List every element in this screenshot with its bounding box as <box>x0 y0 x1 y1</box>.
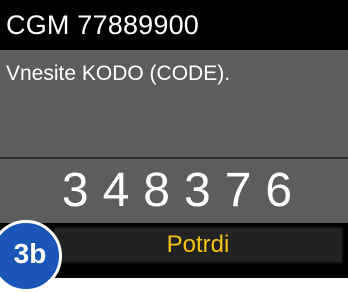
code-display: 348376 <box>0 159 348 223</box>
page-title: CGM 77889900 <box>6 10 200 40</box>
confirm-button[interactable]: Potrdi <box>52 226 344 264</box>
message-area: Vnesite KODO (CODE). <box>0 50 348 157</box>
code-value: 348376 <box>61 164 307 217</box>
instruction-text: Vnesite KODO (CODE). <box>6 62 231 85</box>
title-bar: CGM 77889900 <box>0 0 348 50</box>
confirm-button-label: Potrdi <box>166 231 230 258</box>
step-badge-label: 3b <box>13 238 47 269</box>
